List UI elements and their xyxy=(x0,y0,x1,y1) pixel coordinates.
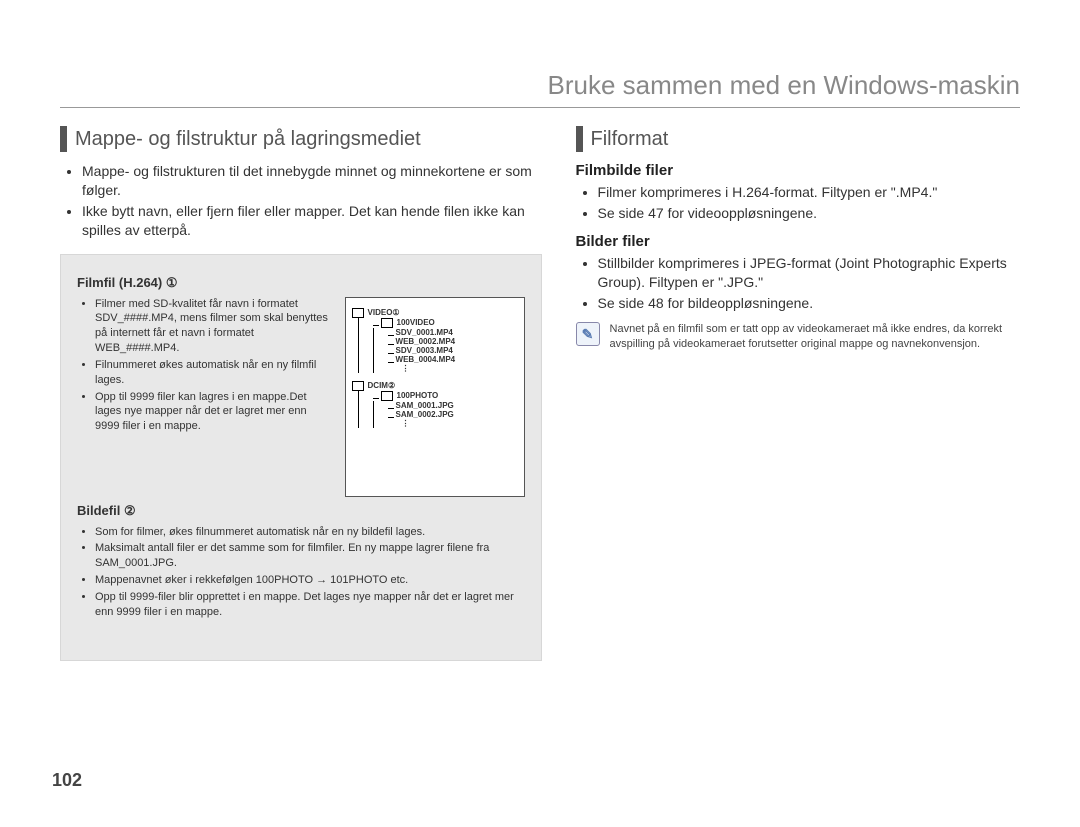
file-structure-box: Filmfil (H.264) ① Filmer med SD-kvalitet… xyxy=(60,254,542,661)
bullet: Filmer med SD-kvalitet får navn i format… xyxy=(95,297,333,356)
image-heading: Bildefil ② xyxy=(77,503,525,519)
tree-dcim-label: DCIM xyxy=(368,381,388,390)
note-text: Navnet på en filmfil som er tatt opp av … xyxy=(610,322,1020,352)
note-row: ✎ Navnet på en filmfil som er tatt opp a… xyxy=(576,322,1020,352)
header-divider xyxy=(60,107,1020,108)
bullet: Filnummeret økes automatisk når en ny fi… xyxy=(95,358,333,388)
tree-file: SAM_0002.JPG xyxy=(396,410,518,419)
bullet: Mappe- og filstrukturen til det innebygd… xyxy=(82,162,542,200)
note-icon: ✎ xyxy=(576,322,600,346)
left-intro-list: Mappe- og filstrukturen til det innebygd… xyxy=(68,162,542,240)
folder-tree: VIDEO① 100VIDEO SDV_0001.MP4 WEB_0002.MP… xyxy=(345,297,525,497)
filmbilde-heading: Filmbilde filer xyxy=(576,162,1020,179)
image-bullet-list: Som for filmer, økes filnummeret automat… xyxy=(83,525,525,620)
tree-dcim-folder: 100PHOTO xyxy=(397,391,439,400)
tree-file: WEB_0004.MP4 xyxy=(396,355,518,364)
bullet: Filmer komprimeres i H.264-format. Filty… xyxy=(598,183,1020,202)
bullet: Se side 48 for bildeoppløsningene. xyxy=(598,294,1020,313)
vdots: ⋮ xyxy=(402,364,518,373)
tree-num-1: ① xyxy=(392,308,399,317)
bullet: Mappenavnet øker i rekkefølgen 100PHOTO … xyxy=(95,573,525,588)
bullet: Ikke bytt navn, eller fjern filer eller … xyxy=(82,202,542,240)
bullet: Opp til 9999-filer blir opprettet i en m… xyxy=(95,590,525,620)
filmbilde-list: Filmer komprimeres i H.264-format. Filty… xyxy=(584,183,1020,223)
film-bullet-list: Filmer med SD-kvalitet får navn i format… xyxy=(83,297,333,435)
tree-file: WEB_0002.MP4 xyxy=(396,337,518,346)
tree-file: SAM_0001.JPG xyxy=(396,401,518,410)
section-title-left: Mappe- og filstruktur på lagringsmediet xyxy=(75,128,421,151)
bullet: Opp til 9999 filer kan lagres i en mappe… xyxy=(95,390,333,435)
bullet: Stillbilder komprimeres i JPEG-format (J… xyxy=(598,254,1020,292)
vdots: ⋮ xyxy=(402,419,518,428)
section-bar xyxy=(60,126,67,152)
section-bar xyxy=(576,126,583,152)
tree-video-label: VIDEO xyxy=(368,308,393,317)
tree-num-2: ② xyxy=(388,381,395,390)
right-column: Filformat Filmbilde filer Filmer komprim… xyxy=(576,126,1020,661)
page-header-title: Bruke sammen med en Windows-maskin xyxy=(60,70,1020,101)
bullet: Som for filmer, økes filnummeret automat… xyxy=(95,525,525,540)
film-heading: Filmfil (H.264) ① xyxy=(77,275,525,291)
bullet: Maksimalt antall filer er det samme som … xyxy=(95,541,525,571)
section-title-right: Filformat xyxy=(591,128,669,151)
bilder-list: Stillbilder komprimeres i JPEG-format (J… xyxy=(584,254,1020,313)
tree-file: SDV_0001.MP4 xyxy=(396,328,518,337)
bullet: Se side 47 for videooppløsningene. xyxy=(598,204,1020,223)
left-column: Mappe- og filstruktur på lagringsmediet … xyxy=(60,126,542,661)
tree-video-folder: 100VIDEO xyxy=(397,318,435,327)
bilder-heading: Bilder filer xyxy=(576,233,1020,250)
tree-file: SDV_0003.MP4 xyxy=(396,346,518,355)
page-number: 102 xyxy=(52,770,82,791)
